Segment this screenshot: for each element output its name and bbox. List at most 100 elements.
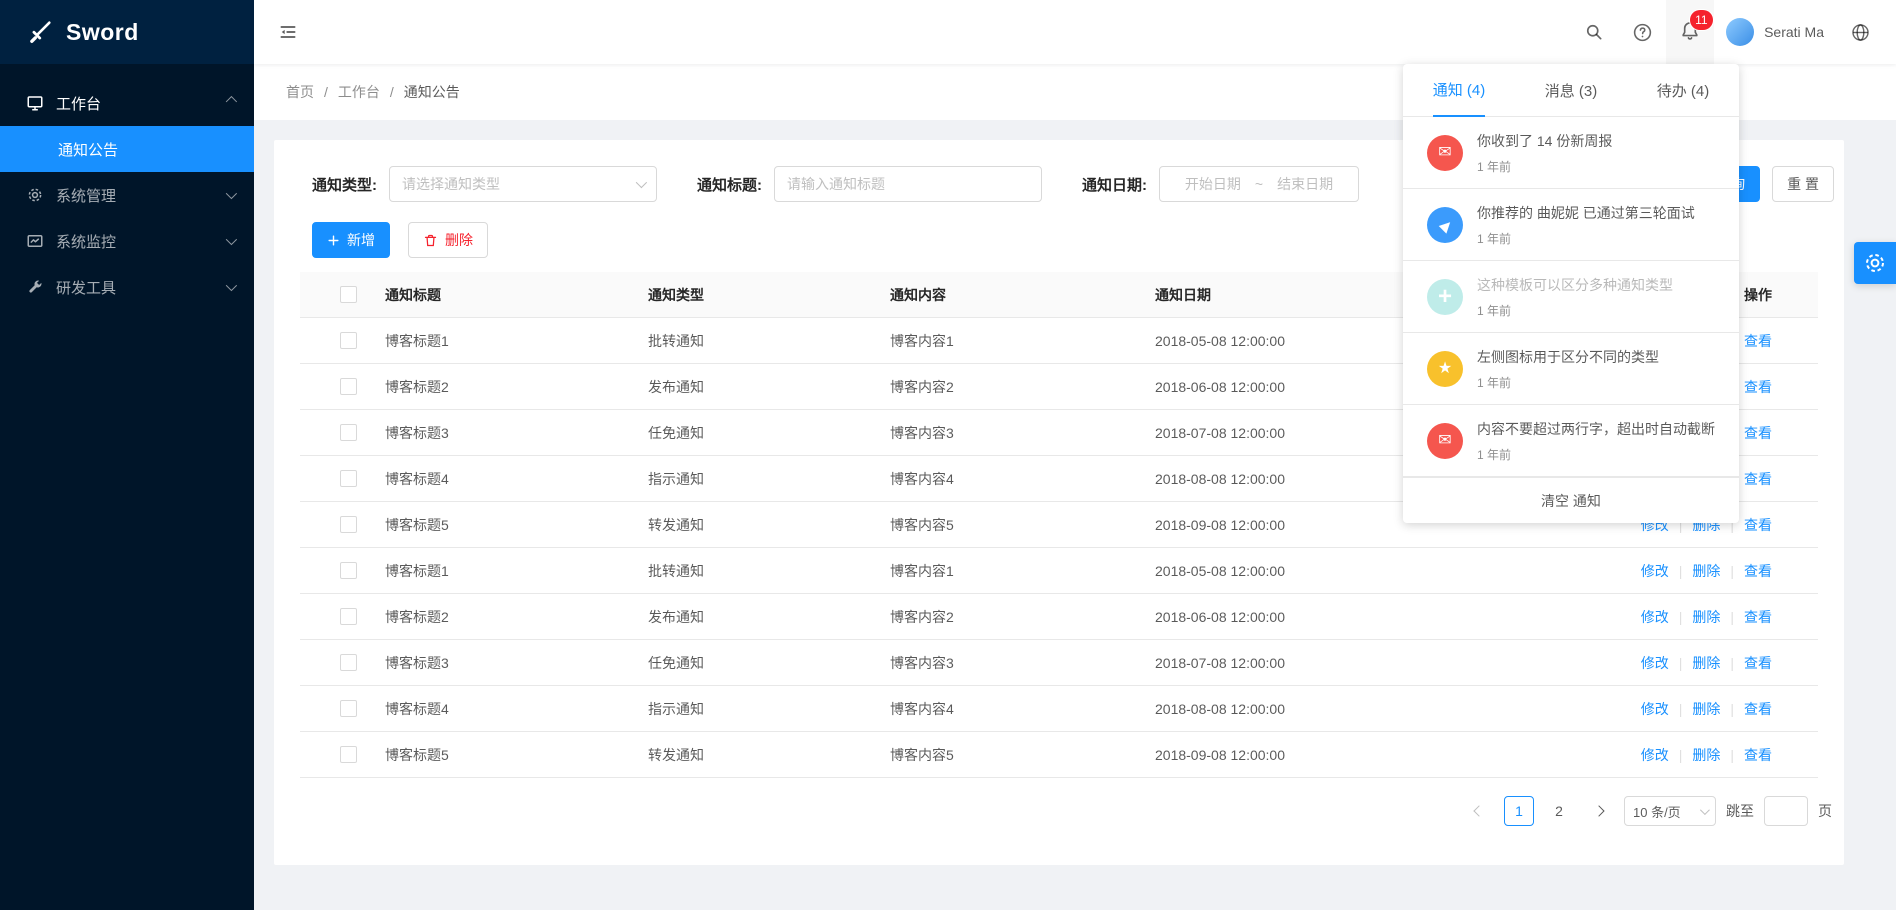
row-checkbox[interactable] xyxy=(340,746,357,763)
table-row: 博客标题5 转发通知 博客内容5 2018-09-08 12:00:00 修改 … xyxy=(300,732,1818,778)
app-logo[interactable]: Sword xyxy=(0,0,254,64)
notifications-bell-button[interactable]: 11 xyxy=(1666,0,1714,64)
chevron-down-icon xyxy=(226,191,234,199)
date-start-placeholder: 开始日期 xyxy=(1185,174,1241,194)
view-link[interactable]: 查看 xyxy=(1744,515,1772,535)
help-icon[interactable] xyxy=(1618,0,1666,64)
sidebar-item-dev-tools[interactable]: 研发工具 xyxy=(0,264,254,310)
notification-panel: 通知 (4) 消息 (3) 待办 (4) ✉ 你收到了 14 份新周报 1 年前… xyxy=(1403,64,1739,523)
edit-link[interactable]: 修改 xyxy=(1641,607,1669,627)
view-link[interactable]: 查看 xyxy=(1744,469,1772,489)
notification-item[interactable]: + 这种模板可以区分多种通知类型 1 年前 xyxy=(1403,261,1739,333)
notice-type-select[interactable]: 请选择通知类型 xyxy=(389,166,657,202)
row-checkbox[interactable] xyxy=(340,378,357,395)
row-checkbox[interactable] xyxy=(340,654,357,671)
sidebar-menu: 工作台 通知公告 系统管理 xyxy=(0,64,254,310)
view-link[interactable]: 查看 xyxy=(1744,423,1772,443)
row-checkbox[interactable] xyxy=(340,424,357,441)
tab-label: 消息 (3) xyxy=(1545,64,1598,117)
add-button[interactable]: 新增 xyxy=(312,222,390,258)
notice-title-input[interactable] xyxy=(774,166,1042,202)
page-size-select[interactable]: 10 条/页 xyxy=(1624,796,1716,826)
delete-link[interactable]: 删除 xyxy=(1692,745,1720,765)
row-checkbox[interactable] xyxy=(340,516,357,533)
mail-icon: ✉ xyxy=(1427,423,1463,459)
avatar xyxy=(1726,18,1754,46)
user-menu[interactable]: Serati Ma xyxy=(1714,0,1836,64)
edit-link[interactable]: 修改 xyxy=(1641,699,1669,719)
view-link[interactable]: 查看 xyxy=(1744,331,1772,351)
row-checkbox[interactable] xyxy=(340,332,357,349)
delete-link[interactable]: 删除 xyxy=(1692,607,1720,627)
row-checkbox[interactable] xyxy=(340,562,357,579)
filter-date-group: 通知日期: 开始日期 ~ 结束日期 xyxy=(1082,166,1359,202)
delete-link[interactable]: 删除 xyxy=(1692,699,1720,719)
notification-item[interactable]: ★ 左侧图标用于区分不同的类型 1 年前 xyxy=(1403,333,1739,405)
notification-item[interactable]: ✉ 内容不要超过两行字，超出时自动截断 1 年前 xyxy=(1403,405,1739,477)
sidebar-item-workbench[interactable]: 工作台 xyxy=(0,80,254,126)
edit-link[interactable]: 修改 xyxy=(1641,561,1669,581)
sword-logo-icon xyxy=(26,18,54,46)
notification-text: 你推荐的 曲妮妮 已通过第三轮面试 xyxy=(1477,203,1695,223)
user-name: Serati Ma xyxy=(1764,24,1824,40)
action-separator: | xyxy=(1730,655,1734,671)
page-button-2[interactable]: 2 xyxy=(1544,796,1574,826)
mail-icon: ✉ xyxy=(1427,135,1463,171)
cell-title: 博客标题3 xyxy=(385,423,648,443)
next-page-button[interactable] xyxy=(1584,796,1614,826)
notification-text: 左侧图标用于区分不同的类型 xyxy=(1477,347,1659,367)
chevron-down-icon xyxy=(1700,805,1710,815)
edit-link[interactable]: 修改 xyxy=(1641,745,1669,765)
tab-label: 通知 (4) xyxy=(1433,64,1486,117)
icon-glyph: + xyxy=(1438,285,1452,309)
view-link[interactable]: 查看 xyxy=(1744,745,1772,765)
jump-page-input[interactable] xyxy=(1764,796,1808,826)
cell-title: 博客标题5 xyxy=(385,745,648,765)
reset-button[interactable]: 重 置 xyxy=(1772,166,1834,202)
action-separator: | xyxy=(1730,747,1734,763)
notification-item[interactable]: ▶ 你推荐的 曲妮妮 已通过第三轮面试 1 年前 xyxy=(1403,189,1739,261)
view-link[interactable]: 查看 xyxy=(1744,607,1772,627)
cell-type: 转发通知 xyxy=(648,745,890,765)
breadcrumb-home[interactable]: 首页 xyxy=(286,82,314,102)
view-link[interactable]: 查看 xyxy=(1744,699,1772,719)
sidebar-item-system-mgmt[interactable]: 系统管理 xyxy=(0,172,254,218)
date-end-placeholder: 结束日期 xyxy=(1277,174,1333,194)
chevron-down-icon xyxy=(226,283,234,291)
edit-link[interactable]: 修改 xyxy=(1641,653,1669,673)
add-button-label: 新增 xyxy=(347,230,375,250)
view-link[interactable]: 查看 xyxy=(1744,653,1772,673)
sidebar-item-notice[interactable]: 通知公告 xyxy=(0,126,254,172)
language-globe-icon[interactable] xyxy=(1836,0,1884,64)
delete-link[interactable]: 删除 xyxy=(1692,653,1720,673)
delete-link[interactable]: 删除 xyxy=(1692,561,1720,581)
cell-title: 博客标题1 xyxy=(385,331,648,351)
view-link[interactable]: 查看 xyxy=(1744,561,1772,581)
row-checkbox[interactable] xyxy=(340,608,357,625)
tab-notifications[interactable]: 通知 (4) xyxy=(1403,64,1515,116)
tab-todos[interactable]: 待办 (4) xyxy=(1627,64,1739,116)
search-icon[interactable] xyxy=(1570,0,1618,64)
prev-page-button[interactable] xyxy=(1464,796,1494,826)
breadcrumb-workbench[interactable]: 工作台 xyxy=(338,82,380,102)
breadcrumb-separator: / xyxy=(324,84,328,100)
cell-type: 发布通知 xyxy=(648,607,890,627)
column-header-type: 通知类型 xyxy=(648,285,890,305)
settings-fab-button[interactable] xyxy=(1854,242,1896,284)
sidebar-item-system-monitor[interactable]: 系统监控 xyxy=(0,218,254,264)
delete-button[interactable]: 删除 xyxy=(408,222,488,258)
notification-item[interactable]: ✉ 你收到了 14 份新周报 1 年前 xyxy=(1403,117,1739,189)
clear-notifications-button[interactable]: 清空 通知 xyxy=(1403,477,1739,523)
column-header-content: 通知内容 xyxy=(890,285,1155,305)
view-link[interactable]: 查看 xyxy=(1744,377,1772,397)
date-range-picker[interactable]: 开始日期 ~ 结束日期 xyxy=(1159,166,1359,202)
menu-fold-icon[interactable] xyxy=(278,22,298,42)
row-checkbox[interactable] xyxy=(340,700,357,717)
row-checkbox[interactable] xyxy=(340,470,357,487)
tab-messages[interactable]: 消息 (3) xyxy=(1515,64,1627,116)
cell-content: 博客内容1 xyxy=(890,561,1155,581)
jump-label: 跳至 xyxy=(1726,801,1754,821)
select-all-checkbox[interactable] xyxy=(340,286,357,303)
plus-icon: + xyxy=(1427,279,1463,315)
page-button-1[interactable]: 1 xyxy=(1504,796,1534,826)
